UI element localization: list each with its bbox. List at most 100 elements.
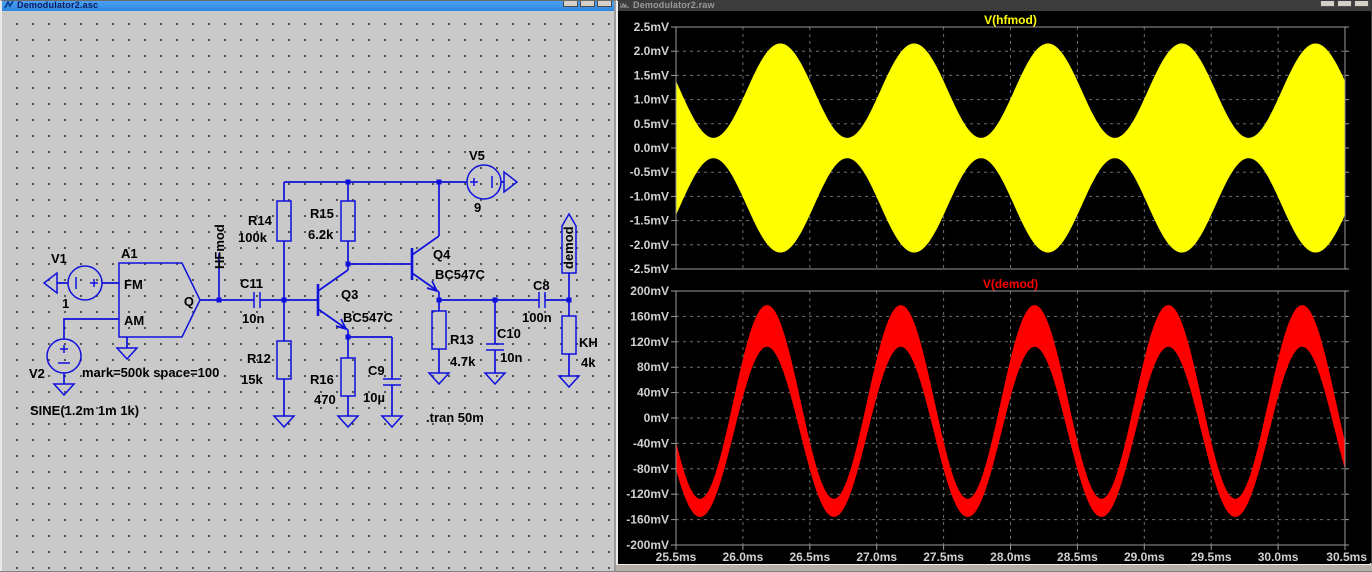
component-value[interactable]: 470	[314, 392, 336, 407]
component-r14[interactable]: R14 100k	[238, 201, 291, 245]
x-tick-label: 29.0ms	[1124, 550, 1165, 564]
trace-title-vhfmod[interactable]: V(hfmod)	[984, 13, 1037, 27]
component-ref[interactable]: R15	[310, 206, 334, 221]
component-ref[interactable]: C10	[497, 326, 521, 341]
component-ref[interactable]: R16	[310, 372, 334, 387]
component-value[interactable]: 9	[474, 200, 481, 215]
y-tick-label: 0.5mV	[634, 117, 669, 131]
component-ref[interactable]: V1	[51, 251, 67, 266]
schematic-titlebar[interactable]: Demodulator2.asc	[2, 1, 614, 11]
component-c10[interactable]: C10 10n	[486, 326, 522, 365]
component-ref[interactable]: C9	[368, 363, 385, 378]
x-tick-label: 30.0ms	[1258, 550, 1299, 564]
component-ref[interactable]: Q4	[433, 247, 451, 262]
waveform-window: 2.5mV2.0mV1.5mV1.0mV0.5mV0.0mV-0.5mV-1.0…	[616, 0, 1372, 565]
y-tick-label: -80mV	[633, 462, 669, 476]
maximize-button[interactable]	[580, 1, 595, 7]
maximize-button[interactable]	[1337, 1, 1352, 7]
y-tick-label: -40mV	[633, 436, 669, 450]
component-c9[interactable]: C9 10µ	[363, 363, 401, 405]
waveform-window-title: Demodulator2.raw	[633, 1, 715, 11]
close-button[interactable]	[597, 1, 612, 7]
minimize-button[interactable]	[1320, 1, 1335, 7]
component-v5[interactable]: V5 9	[467, 148, 501, 215]
y-tick-label: 120mV	[630, 335, 669, 349]
x-tick-label: 26.0ms	[723, 550, 764, 564]
pin-label-q: Q	[184, 294, 194, 309]
component-kh[interactable]: KH 4k	[562, 316, 598, 370]
waveform-titlebar[interactable]: Demodulator2.raw	[618, 1, 1371, 11]
spice-directive-tran[interactable]: .tran 50m	[426, 410, 484, 425]
component-ref[interactable]: V2	[29, 366, 45, 381]
component-params[interactable]: mark=500k space=100	[82, 365, 219, 380]
component-ref[interactable]: C8	[533, 278, 550, 293]
y-tick-label: 2.5mV	[634, 20, 669, 34]
component-value[interactable]: 4k	[581, 355, 596, 370]
net-label-demod[interactable]: demod	[561, 214, 576, 273]
component-ref[interactable]: KH	[579, 335, 598, 350]
component-value[interactable]: SINE(1.2m 1m 1k)	[30, 403, 139, 418]
close-button[interactable]	[1354, 1, 1369, 7]
trace-title-vdemod[interactable]: V(demod)	[983, 277, 1038, 291]
schematic-window: V1 1 V2 SINE(1.2m 1m 1k) V5 9 A1 FM AM Q…	[0, 0, 616, 571]
minimize-button[interactable]	[563, 1, 578, 7]
y-tick-label: 0.0mV	[634, 141, 669, 155]
component-ref[interactable]: A1	[121, 246, 138, 261]
x-tick-label: 28.0ms	[990, 550, 1031, 564]
component-ref[interactable]: R12	[247, 351, 271, 366]
component-a1-modulator[interactable]: A1 FM AM Q mark=500k space=100	[82, 246, 219, 380]
y-tick-label: 0mV	[644, 411, 669, 425]
y-tick-label: 2.0mV	[634, 44, 669, 58]
x-tick-label: 27.5ms	[923, 550, 964, 564]
component-value[interactable]: 6.2k	[308, 227, 334, 242]
y-tick-label: -1.5mV	[630, 214, 669, 228]
component-value[interactable]: 100n	[522, 310, 552, 325]
component-value[interactable]: 100k	[238, 230, 268, 245]
component-q4[interactable]: Q4 BC547C	[412, 236, 485, 292]
pin-label-fm: FM	[124, 277, 143, 292]
component-v1[interactable]: V1 1	[51, 251, 102, 311]
component-value[interactable]: BC547C	[435, 267, 485, 282]
waveform-canvas[interactable]: 2.5mV2.0mV1.5mV1.0mV0.5mV0.0mV-0.5mV-1.0…	[618, 11, 1370, 564]
x-tick-label: 26.5ms	[789, 550, 830, 564]
y-tick-label: 160mV	[630, 309, 669, 323]
component-ref[interactable]: R14	[248, 213, 273, 228]
component-c11[interactable]: C11 10n	[240, 276, 264, 326]
component-c8[interactable]: C8 100n	[522, 278, 552, 325]
waveform-window-icon	[620, 1, 630, 9]
plus-icon	[470, 178, 478, 186]
x-tick-label: 25.5ms	[656, 550, 697, 564]
component-value[interactable]: 10n	[500, 350, 522, 365]
component-ref[interactable]: V5	[469, 148, 485, 163]
schematic-window-title: Demodulator2.asc	[17, 1, 98, 11]
component-ref[interactable]: R13	[450, 332, 474, 347]
svg-text:demod[interactable]: demod	[561, 226, 576, 269]
window-bottom-edge	[616, 565, 1372, 571]
y-tick-label: -120mV	[626, 487, 669, 501]
y-tick-label: 40mV	[637, 386, 669, 400]
schematic-canvas[interactable]: V1 1 V2 SINE(1.2m 1m 1k) V5 9 A1 FM AM Q…	[2, 11, 614, 572]
component-r15[interactable]: R15 6.2k	[308, 201, 355, 242]
component-value[interactable]: 4.7k	[450, 354, 476, 369]
component-value[interactable]: 15k	[241, 372, 263, 387]
net-label-hfmod[interactable]: HFmod	[212, 224, 227, 269]
component-value[interactable]: 1	[62, 296, 69, 311]
component-value[interactable]: BC547C	[343, 310, 393, 325]
y-tick-label: 80mV	[637, 360, 669, 374]
y-tick-label: 200mV	[630, 284, 669, 298]
component-q3[interactable]: Q3 BC547C	[318, 270, 393, 330]
component-ref[interactable]: Q3	[341, 287, 358, 302]
component-ref[interactable]: C11	[240, 276, 263, 291]
y-tick-label: -160mV	[626, 513, 669, 527]
y-tick-label: -2.0mV	[630, 238, 669, 252]
ltspice-schematic-icon	[4, 1, 14, 9]
pin-label-am: AM	[124, 313, 144, 328]
y-tick-label: 1.5mV	[634, 68, 669, 82]
y-tick-label: 1.0mV	[634, 93, 669, 107]
x-tick-label: 27.0ms	[856, 550, 897, 564]
plus-icon	[90, 279, 98, 287]
x-tick-label: 29.5ms	[1191, 550, 1232, 564]
component-value[interactable]: 10n	[242, 311, 264, 326]
component-value[interactable]: 10µ	[363, 390, 385, 405]
y-tick-label: -2.5mV	[630, 262, 669, 276]
